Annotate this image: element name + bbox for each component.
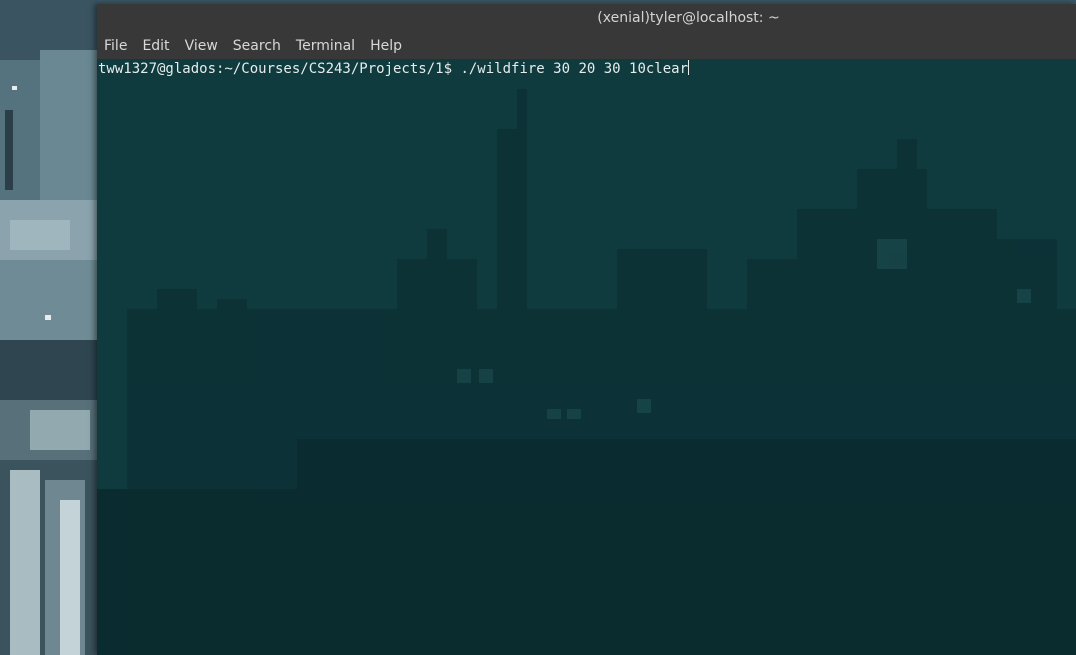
window-titlebar[interactable]: (xenial)tyler@localhost: ~ xyxy=(97,4,1076,32)
terminal-area[interactable]: tww1327@glados:~/Courses/CS243/Projects/… xyxy=(97,59,1076,655)
menu-bar: File Edit View Search Terminal Help xyxy=(97,32,1076,59)
menu-help[interactable]: Help xyxy=(370,38,402,54)
shell-prompt: tww1327@glados:~/Courses/CS243/Projects/… xyxy=(98,61,453,77)
menu-terminal[interactable]: Terminal xyxy=(296,38,355,54)
terminal-background-image xyxy=(97,59,1076,655)
menu-file[interactable]: File xyxy=(104,38,127,54)
text-cursor xyxy=(688,60,690,75)
menu-search[interactable]: Search xyxy=(233,38,281,54)
window-title: (xenial)tyler@localhost: ~ xyxy=(597,10,780,26)
terminal-command-line: tww1327@glados:~/Courses/CS243/Projects/… xyxy=(98,60,690,78)
menu-edit[interactable]: Edit xyxy=(142,38,169,54)
terminal-window[interactable]: (xenial)tyler@localhost: ~ File Edit Vie… xyxy=(97,4,1076,655)
menu-view[interactable]: View xyxy=(185,38,218,54)
typed-command: ./wildfire 30 20 30 10clear xyxy=(452,61,689,77)
desktop-wallpaper-visible-strip xyxy=(0,0,97,655)
